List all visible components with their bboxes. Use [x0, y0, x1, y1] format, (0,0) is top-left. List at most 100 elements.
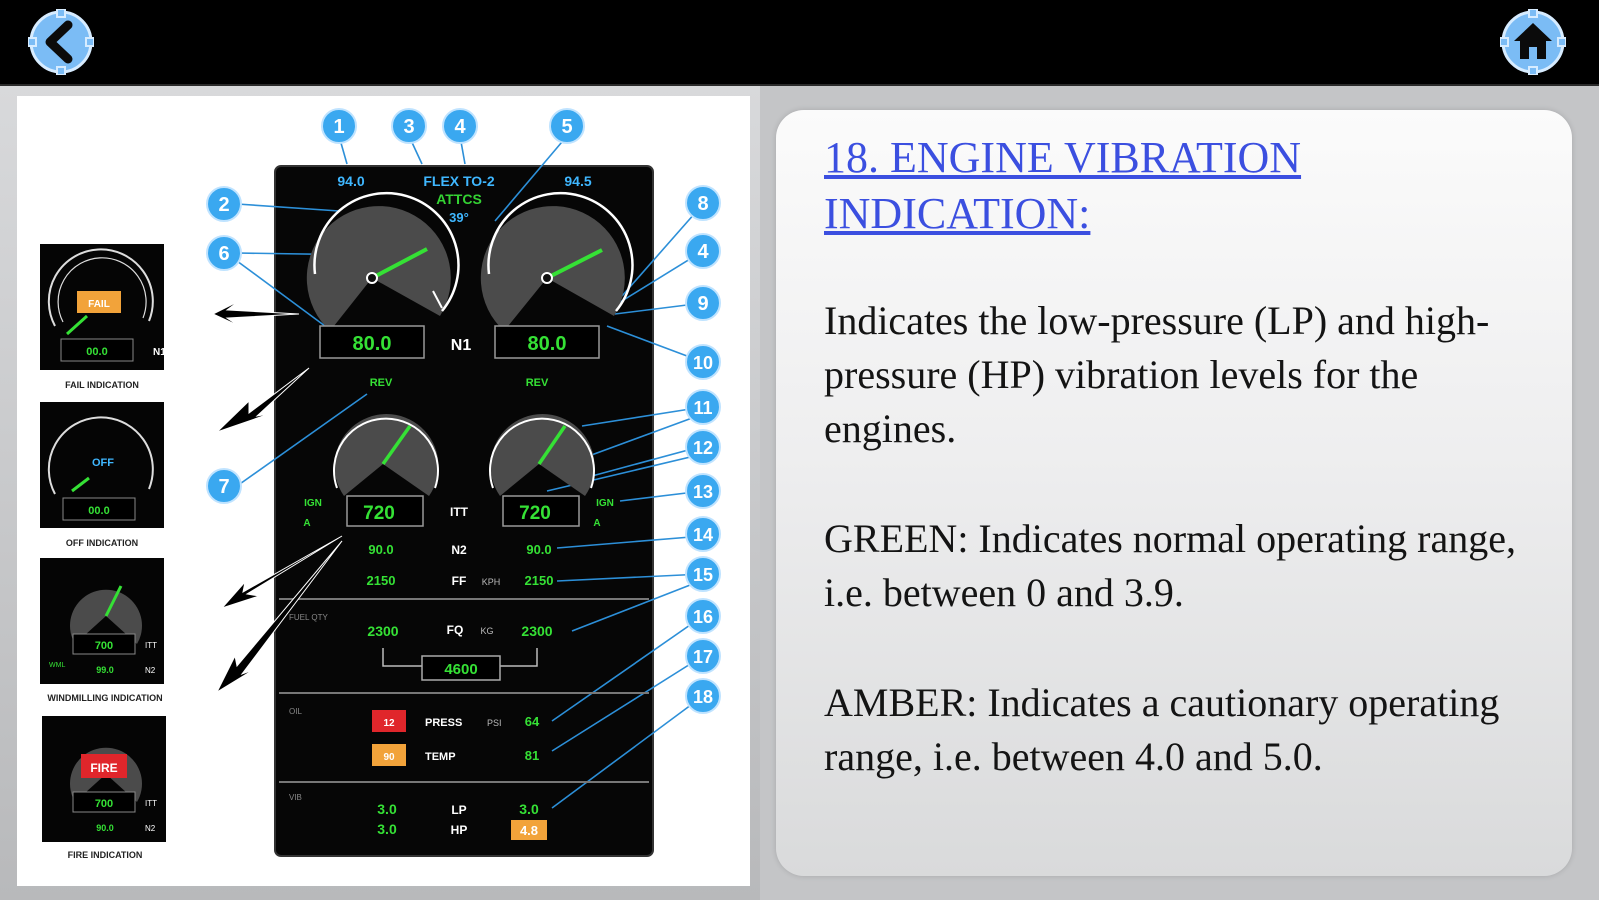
vib-hp-left: 3.0 — [377, 821, 397, 837]
svg-text:6: 6 — [218, 243, 229, 265]
oil-section-label: OIL — [289, 707, 302, 716]
fuel-total: 4600 — [444, 661, 477, 678]
home-icon[interactable] — [1500, 9, 1566, 75]
svg-text:11: 11 — [693, 398, 712, 418]
green-range-paragraph: GREEN: Indicates normal operating range,… — [824, 516, 1516, 615]
callout-16: 16 — [685, 598, 721, 634]
n1-label: N1 — [451, 337, 472, 354]
callout-4-right: 4 — [685, 233, 721, 269]
callout-3: 2 — [206, 186, 242, 222]
svg-text:FAIL: FAIL — [88, 299, 110, 310]
svg-text:13: 13 — [693, 482, 713, 502]
description-paragraph: Indicates the low-pressure (LP) and high… — [824, 298, 1490, 451]
callout-1: 7 — [206, 468, 242, 504]
callout-17: 17 — [685, 638, 721, 674]
svg-text:00.0: 00.0 — [88, 505, 109, 517]
ign-right-sub: A — [593, 518, 600, 529]
thumb-off-caption: OFF INDICATION — [66, 538, 138, 548]
callout-7: 5 — [549, 108, 585, 144]
svg-text:WML: WML — [49, 662, 65, 669]
ff-right: 2150 — [525, 573, 554, 588]
callout-12: 12 — [685, 429, 721, 465]
thumb-fail: FAIL 00.0 N1 — [40, 244, 166, 370]
callout-15: 15 — [685, 556, 721, 592]
svg-text:12: 12 — [383, 718, 395, 729]
vib-lp-label: LP — [451, 803, 466, 817]
fuel-unit: KG — [480, 626, 493, 636]
svg-text:1: 1 — [333, 116, 344, 138]
top-bar — [0, 0, 1599, 86]
vib-lp-left: 3.0 — [377, 801, 397, 817]
thumb-windmilling: 700 ITT 99.0 N2 WML — [40, 558, 164, 684]
svg-text:18: 18 — [693, 687, 713, 707]
svg-text:ITT: ITT — [145, 799, 157, 808]
svg-text:FIRE: FIRE — [90, 761, 117, 775]
fuel-label: FQ — [447, 623, 464, 637]
callout-13: 13 — [685, 473, 721, 509]
thumb-off: OFF 00.0 — [40, 402, 164, 528]
callout-9: 9 — [685, 285, 721, 321]
vib-hp-right: 4.8 — [520, 823, 538, 838]
ff-label: FF — [452, 574, 467, 588]
callout-6: 4 — [442, 108, 478, 144]
callout-18: 18 — [685, 678, 721, 714]
svg-text:OFF: OFF — [92, 457, 114, 469]
svg-text:700: 700 — [95, 798, 113, 810]
engine-display-diagram: 1 3 4 5 2 6 7 8 4 9 10 11 12 13 14 15 16… — [17, 96, 750, 886]
attcs-label: ATTCS — [436, 191, 482, 207]
svg-text:8: 8 — [697, 193, 708, 215]
description-card: 18. ENGINE VIBRATION INDICATION: Indicat… — [776, 110, 1572, 876]
callout-11: 11 — [685, 389, 721, 425]
svg-text:720: 720 — [363, 503, 395, 524]
ff-unit: KPH — [482, 577, 501, 587]
fuel-section-label: FUEL QTY — [289, 613, 328, 622]
oil-temp-label: TEMP — [425, 751, 456, 763]
oil-temp-value: 81 — [525, 748, 539, 763]
thumb-windmilling-caption: WINDMILLING INDICATION — [47, 693, 162, 703]
itt-label: ITT — [450, 505, 469, 519]
oil-press-label: PRESS — [425, 717, 462, 729]
svg-text:17: 17 — [693, 647, 713, 667]
svg-text:2: 2 — [218, 194, 229, 216]
temp-label: 39° — [449, 210, 469, 225]
svg-text:720: 720 — [519, 503, 551, 524]
svg-text:80.0: 80.0 — [528, 333, 567, 355]
svg-text:7: 7 — [218, 476, 229, 498]
fuel-right: 2300 — [521, 623, 552, 639]
n2-left: 90.0 — [368, 542, 393, 557]
svg-text:00.0: 00.0 — [86, 346, 107, 358]
svg-text:700: 700 — [95, 640, 113, 652]
rev-left: REV — [370, 377, 393, 389]
callout-2: 6 — [206, 235, 242, 271]
svg-text:16: 16 — [693, 607, 713, 627]
callout-10: 10 — [685, 344, 721, 380]
n1-target-right: 94.5 — [564, 173, 591, 189]
svg-text:14: 14 — [693, 525, 713, 545]
amber-range-paragraph: AMBER: Indicates a cautionary operating … — [824, 680, 1500, 779]
vib-hp-label: HP — [451, 823, 468, 837]
back-arrow-icon[interactable] — [28, 9, 94, 75]
svg-text:10: 10 — [693, 353, 713, 373]
callout-8: 8 — [685, 185, 721, 221]
svg-text:80.0: 80.0 — [353, 333, 392, 355]
svg-text:N2: N2 — [145, 666, 156, 675]
rev-right: REV — [526, 377, 549, 389]
thumb-fire: FIRE 700 ITT 90.0 N2 — [42, 716, 166, 842]
svg-text:90: 90 — [383, 752, 395, 763]
ign-left: IGN — [304, 498, 322, 509]
oil-press-value: 64 — [525, 714, 540, 729]
thumb-fire-caption: FIRE INDICATION — [68, 850, 143, 860]
svg-text:99.0: 99.0 — [96, 665, 114, 675]
svg-text:5: 5 — [561, 116, 572, 138]
n1-target-left: 94.0 — [337, 173, 364, 189]
callout-5: 3 — [391, 108, 427, 144]
callout-4-top: 1 — [321, 108, 357, 144]
section-title-link[interactable]: 18. ENGINE VIBRATION INDICATION: — [824, 130, 1544, 242]
svg-text:N2: N2 — [145, 824, 156, 833]
vib-section-label: VIB — [289, 793, 302, 802]
ff-left: 2150 — [367, 573, 396, 588]
svg-text:4: 4 — [454, 116, 466, 138]
n2-right: 90.0 — [526, 542, 551, 557]
thrust-mode: FLEX TO-2 — [423, 173, 495, 189]
svg-text:4: 4 — [697, 241, 709, 263]
